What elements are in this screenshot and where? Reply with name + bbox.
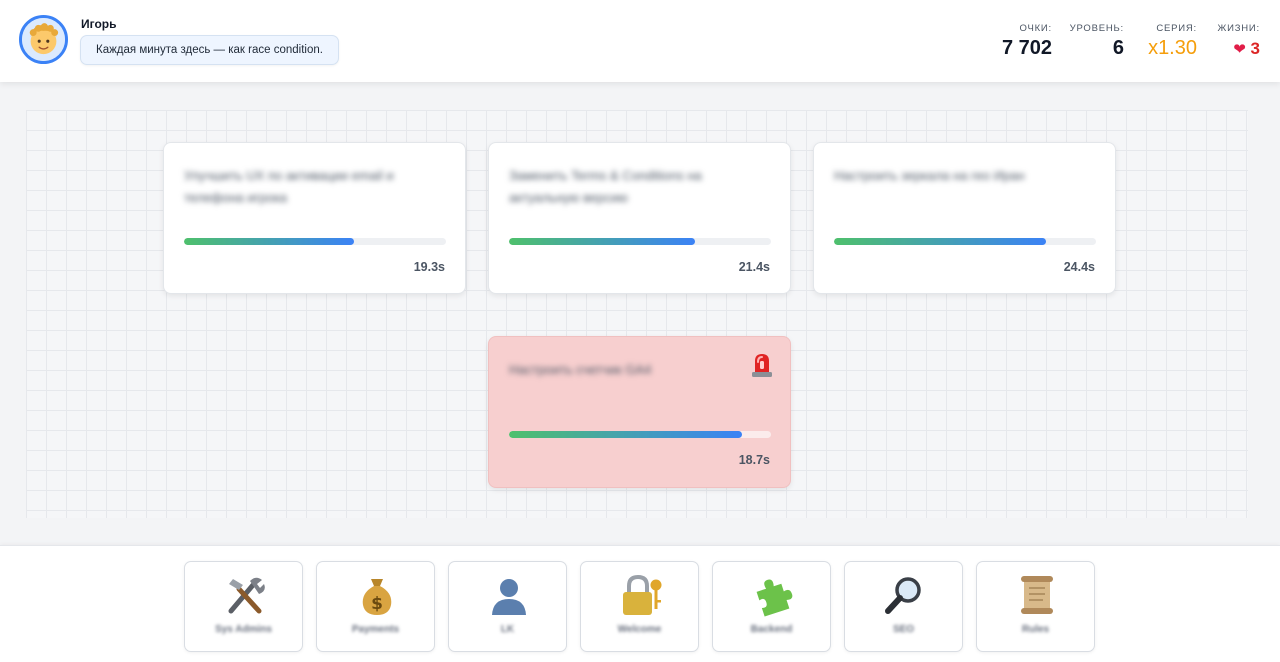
task-timer: 18.7s bbox=[738, 453, 770, 467]
user-silhouette-icon bbox=[487, 573, 531, 617]
department-button-payments[interactable]: $ Payments bbox=[316, 561, 435, 652]
heart-icon: ❤ bbox=[1233, 41, 1246, 58]
level-stat: УРОВЕНЬ: 6 bbox=[1070, 23, 1124, 60]
task-timer: 19.3s bbox=[413, 260, 445, 274]
task-timer: 21.4s bbox=[738, 260, 770, 274]
puzzle-icon bbox=[751, 573, 795, 617]
lives-label: ЖИЗНИ: bbox=[1217, 23, 1260, 34]
streak-label: СЕРИЯ: bbox=[1156, 23, 1197, 34]
task-timer: 24.4s bbox=[1063, 260, 1095, 274]
task-title: Настроить счетчик GA4 bbox=[509, 362, 652, 377]
level-label: УРОВЕНЬ: bbox=[1069, 23, 1124, 34]
lives-stat: ЖИЗНИ: ❤ 3 bbox=[1218, 23, 1260, 59]
magnifier-icon bbox=[883, 573, 927, 617]
task-progress-fill bbox=[834, 238, 1047, 245]
siren-icon bbox=[751, 351, 773, 377]
score-value: 7 702 bbox=[1001, 37, 1052, 59]
department-bar: Sys Admins $ Payments LK Welcome Backend… bbox=[0, 545, 1280, 662]
task-title: Настроить зеркала на гео Иран bbox=[834, 168, 1025, 183]
department-button-lk[interactable]: LK bbox=[448, 561, 567, 652]
department-label: Rules bbox=[1021, 624, 1050, 635]
department-button-seo[interactable]: SEO bbox=[844, 561, 963, 652]
task-card[interactable]: Настроить зеркала на гео Иран 24.4s bbox=[813, 142, 1116, 294]
department-label: Backend bbox=[750, 624, 793, 635]
scroll-icon bbox=[1015, 573, 1059, 617]
task-progress-fill bbox=[509, 238, 696, 245]
task-title: Улучшить UX по активации email и телефон… bbox=[184, 168, 394, 205]
task-progress-fill bbox=[509, 431, 743, 438]
task-board: Улучшить UX по активации email и телефон… bbox=[26, 110, 1248, 518]
department-label: Welcome bbox=[617, 624, 662, 635]
department-label: Sys Admins bbox=[215, 624, 272, 635]
department-label: Payments bbox=[351, 624, 400, 635]
task-card-alert[interactable]: Настроить счетчик GA4 18.7s bbox=[488, 336, 791, 488]
department-button-backend[interactable]: Backend bbox=[712, 561, 831, 652]
task-progress-bar bbox=[509, 238, 771, 245]
lock-key-icon bbox=[619, 573, 663, 617]
score-stat: ОЧКИ: 7 702 bbox=[1002, 23, 1052, 60]
player-name: Игорь bbox=[81, 17, 117, 31]
speech-bubble: Каждая минута здесь — как race condition… bbox=[80, 35, 339, 65]
game-header: Игорь Каждая минута здесь — как race con… bbox=[0, 0, 1280, 82]
money-bag-icon: $ bbox=[355, 573, 399, 617]
lives-value: 3 bbox=[1250, 39, 1260, 58]
task-card[interactable]: Улучшить UX по активации email и телефон… bbox=[163, 142, 466, 294]
svg-text:$: $ bbox=[371, 594, 383, 614]
streak-value: x1.30 bbox=[1148, 37, 1197, 59]
task-title: Заменить Terms & Conditions на актуальну… bbox=[509, 168, 702, 205]
department-button-welcome[interactable]: Welcome bbox=[580, 561, 699, 652]
score-label: ОЧКИ: bbox=[1019, 23, 1052, 34]
task-progress-bar bbox=[184, 238, 446, 245]
task-card[interactable]: Заменить Terms & Conditions на актуальну… bbox=[488, 142, 791, 294]
tools-icon bbox=[223, 573, 267, 617]
task-progress-bar bbox=[509, 431, 771, 438]
level-value: 6 bbox=[1112, 37, 1124, 59]
department-label: LK bbox=[500, 624, 515, 635]
task-progress-fill bbox=[184, 238, 355, 245]
avatar bbox=[19, 15, 68, 64]
department-button-rules[interactable]: Rules bbox=[976, 561, 1095, 652]
department-label: SEO bbox=[892, 624, 915, 635]
department-button-sys-admins[interactable]: Sys Admins bbox=[184, 561, 303, 652]
task-progress-bar bbox=[834, 238, 1096, 245]
avatar-face-icon bbox=[22, 18, 65, 61]
streak-stat: СЕРИЯ: x1.30 bbox=[1148, 23, 1197, 60]
lives-display: ❤ 3 bbox=[1218, 39, 1260, 59]
